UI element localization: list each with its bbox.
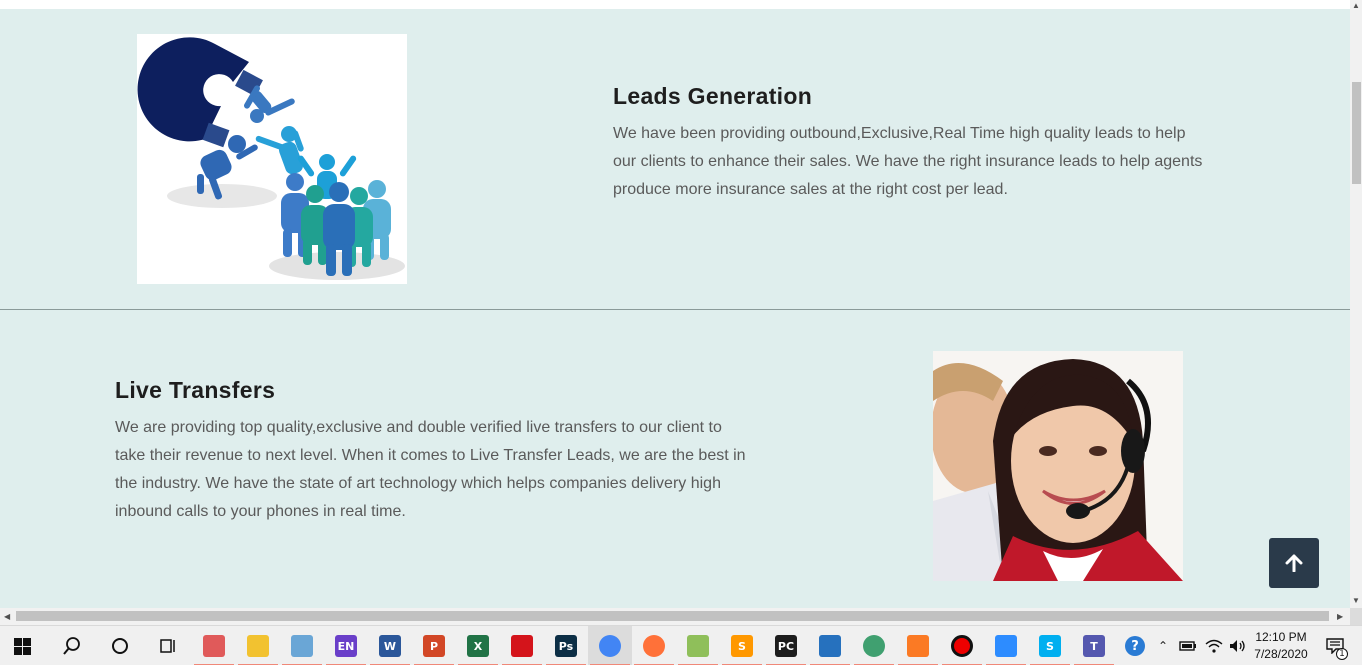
help-icon[interactable]: ? — [1120, 626, 1150, 665]
taskbar-app-firefox[interactable] — [632, 626, 676, 665]
excel-icon: X — [467, 635, 489, 657]
taskbar-app-paint-3d[interactable] — [192, 626, 236, 665]
magnet-people-illustration — [137, 34, 407, 284]
notes-icon — [291, 635, 313, 657]
powershell-icon — [819, 635, 841, 657]
taskbar-app-powerpoint[interactable]: P — [412, 626, 456, 665]
show-hidden-icons-chevron-icon[interactable]: ⌃ — [1152, 626, 1174, 665]
task-view-icon — [160, 639, 175, 653]
taskbar-clock[interactable]: 12:10 PM 7/28/2020 — [1247, 629, 1315, 663]
taskbar-app-powershell[interactable] — [808, 626, 852, 665]
arrow-up-icon — [1285, 554, 1303, 572]
browser-viewport: Leads Generation We have been providing … — [0, 0, 1350, 608]
horizontal-scrollbar-thumb[interactable] — [16, 611, 1329, 621]
word-icon: W — [379, 635, 401, 657]
taskbar-app-file-explorer[interactable] — [236, 626, 280, 665]
taskbar-app-teams[interactable]: T — [1072, 626, 1116, 665]
taskbar-app-xampp[interactable] — [896, 626, 940, 665]
pycharm-icon: PC — [775, 635, 797, 657]
cortana-circle-icon — [112, 638, 128, 654]
volume-icon[interactable] — [1226, 626, 1248, 665]
battery-icon[interactable] — [1176, 626, 1200, 665]
atom-icon — [863, 635, 885, 657]
taskbar-app-recorder[interactable] — [940, 626, 984, 665]
scroll-right-arrow-icon[interactable]: ▶ — [1337, 612, 1343, 621]
leads-generation-heading: Leads Generation — [613, 83, 813, 109]
scroll-left-arrow-icon[interactable]: ◀ — [4, 612, 10, 621]
sublime-text-icon: S — [731, 635, 753, 657]
zoom-icon — [995, 635, 1017, 657]
scrollbar-corner — [1350, 608, 1362, 625]
windows-logo-icon — [13, 637, 31, 655]
wifi-icon[interactable] — [1202, 626, 1226, 665]
vertical-scrollbar-thumb[interactable] — [1352, 82, 1361, 184]
scroll-up-arrow-icon[interactable]: ▲ — [1352, 1, 1360, 10]
leads-generation-section: Leads Generation We have been providing … — [0, 9, 1350, 309]
taskbar-app-photoshop[interactable]: Ps — [544, 626, 588, 665]
taskbar-app-skype[interactable]: S — [1028, 626, 1072, 665]
live-transfers-description: We are providing top quality,exclusive a… — [115, 419, 746, 520]
chrome-icon — [599, 635, 621, 657]
taskbar-app-chrome[interactable] — [588, 626, 632, 665]
call-center-agent-photo — [933, 351, 1183, 581]
firefox-icon — [643, 635, 665, 657]
search-icon — [63, 637, 80, 655]
powerpoint-icon: P — [423, 635, 445, 657]
notepad-plus-icon — [687, 635, 709, 657]
xampp-icon — [907, 635, 929, 657]
live-transfers-section: Live Transfers We are providing top qual… — [0, 310, 1350, 608]
task-view-button[interactable] — [146, 626, 190, 665]
notification-count-badge: 1 — [1336, 648, 1348, 660]
taskbar-app-zoom[interactable] — [984, 626, 1028, 665]
teams-icon: T — [1083, 635, 1105, 657]
action-center-button[interactable]: 1 — [1320, 626, 1350, 665]
file-explorer-icon — [247, 635, 269, 657]
taskbar-app-en-app[interactable]: EN — [324, 626, 368, 665]
taskbar-app-pycharm[interactable]: PC — [764, 626, 808, 665]
clock-date: 7/28/2020 — [1254, 647, 1308, 661]
paint-3d-icon — [203, 635, 225, 657]
leads-generation-description: We have been providing outbound,Exclusiv… — [613, 125, 1203, 198]
scroll-down-arrow-icon[interactable]: ▼ — [1352, 596, 1360, 605]
photoshop-icon: Ps — [555, 635, 577, 657]
live-transfers-heading: Live Transfers — [115, 377, 276, 403]
cortana-button[interactable] — [98, 626, 142, 665]
taskbar-app-acrobat[interactable] — [500, 626, 544, 665]
taskbar-app-sublime-text[interactable]: S — [720, 626, 764, 665]
skype-icon: S — [1039, 635, 1061, 657]
back-to-top-button[interactable] — [1269, 538, 1319, 588]
taskbar-app-atom[interactable] — [852, 626, 896, 665]
search-button[interactable] — [50, 626, 94, 665]
windows-taskbar: EN W P X Ps S PC S T ? ⌃ 12:10 PM 7/28/2020 1 — [0, 625, 1362, 665]
clock-time: 12:10 PM — [1255, 630, 1307, 644]
taskbar-app-notes[interactable] — [280, 626, 324, 665]
start-button[interactable] — [0, 626, 44, 665]
taskbar-app-notepad-plus[interactable] — [676, 626, 720, 665]
acrobat-icon — [511, 635, 533, 657]
recorder-icon — [951, 635, 973, 657]
taskbar-app-excel[interactable]: X — [456, 626, 500, 665]
taskbar-app-word[interactable]: W — [368, 626, 412, 665]
en-app-icon: EN — [335, 635, 357, 657]
